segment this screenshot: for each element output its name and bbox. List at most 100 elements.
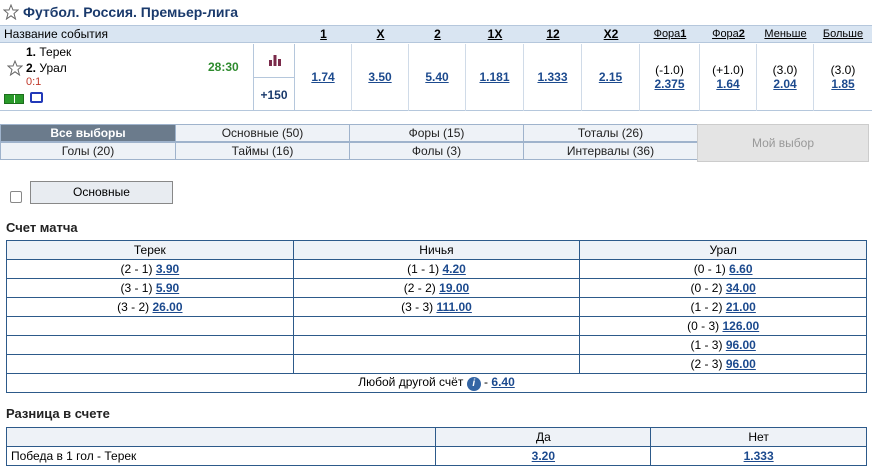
score-label: (0 - 1): [693, 262, 726, 276]
diff-no-cell: 1.333: [650, 446, 867, 466]
score-cell: [6, 335, 294, 355]
score-odds[interactable]: 5.90: [156, 281, 179, 295]
score-odds[interactable]: 34.00: [726, 281, 756, 295]
tab-goals[interactable]: Голы (20): [0, 142, 176, 160]
more-odds[interactable]: 1.85: [814, 77, 872, 91]
score-diff-title: Разница в счете: [6, 406, 110, 421]
col-x2[interactable]: X2: [582, 26, 640, 42]
col-more[interactable]: Больше: [814, 26, 872, 42]
tab-intervals[interactable]: Интервалы (36): [523, 142, 698, 160]
less-odds[interactable]: 2.04: [757, 77, 813, 91]
filter-checkbox[interactable]: [10, 191, 22, 203]
odds-1x[interactable]: 1.181: [466, 70, 523, 84]
odds-12[interactable]: 1.333: [524, 70, 581, 84]
fora2-odds[interactable]: 1.64: [700, 77, 756, 91]
odds-cell-fora1: (-1.0) 2.375: [640, 44, 700, 111]
tab-times[interactable]: Таймы (16): [175, 142, 350, 160]
score-label: (0 - 3): [687, 319, 720, 333]
odds-1[interactable]: 1.74: [295, 70, 351, 84]
col-less[interactable]: Меньше: [757, 26, 814, 42]
fora1-odds[interactable]: 2.375: [640, 77, 699, 91]
tab-fouls[interactable]: Фолы (3): [349, 142, 524, 160]
table-row: (2 - 1) 3.90 (1 - 1) 4.20 (0 - 1) 6.60: [6, 259, 867, 279]
more-markets-link[interactable]: +150: [254, 88, 294, 102]
score-cell: (2 - 2) 19.00: [292, 278, 581, 298]
fora2-param: (+1.0): [712, 63, 744, 77]
more-param: (3.0): [830, 63, 856, 77]
odds-2[interactable]: 5.40: [409, 70, 465, 84]
score-label: (3 - 2): [117, 300, 150, 314]
score-odds[interactable]: 111.00: [436, 300, 471, 314]
tab-all[interactable]: Все выборы: [0, 124, 176, 142]
score-label: (2 - 1): [120, 262, 153, 276]
col-x[interactable]: X: [352, 26, 409, 42]
field-icon[interactable]: [4, 94, 24, 104]
tab-main[interactable]: Основные (50): [175, 124, 350, 142]
odds-x[interactable]: 3.50: [352, 70, 408, 84]
star-icon[interactable]: [3, 4, 19, 20]
info-icon[interactable]: i: [466, 377, 481, 391]
score-odds[interactable]: 4.20: [442, 262, 465, 276]
filter-main-button[interactable]: Основные: [30, 181, 173, 204]
odds-cell-12: 1.333: [524, 44, 582, 111]
score-odds[interactable]: 126.00: [722, 319, 759, 333]
col-fora2-label: Фора: [712, 28, 739, 40]
score-odds[interactable]: 96.00: [726, 338, 756, 352]
col-1x[interactable]: 1X: [466, 26, 524, 42]
diff-event-label: Победа в 1 гол - Терек: [5, 446, 437, 466]
table-row: (2 - 3) 96.00: [6, 354, 867, 374]
score-label: (0 - 2): [690, 281, 723, 295]
match-timer: 28:30: [208, 60, 239, 74]
other-score-separator: -: [484, 375, 489, 389]
score-odds[interactable]: 3.90: [156, 262, 179, 276]
score-cell: (0 - 3) 126.00: [579, 316, 867, 336]
tab-foras[interactable]: Форы (15): [349, 124, 524, 142]
score-odds[interactable]: 21.00: [726, 300, 756, 314]
other-score-row: Любой другой счёт i - 6.40: [6, 373, 867, 393]
event-header: Название события 1 X 2 1X 12 X2 Фора1 Фо…: [0, 25, 872, 43]
score-label: (3 - 1): [120, 281, 153, 295]
tv-icon[interactable]: [30, 92, 43, 103]
favorite-star-icon[interactable]: [7, 60, 23, 76]
diff-yes-cell: 3.20: [435, 446, 652, 466]
col-fora2[interactable]: Фора2: [700, 26, 757, 42]
tab-my-choice[interactable]: Мой выбор: [697, 124, 869, 162]
tab-totals[interactable]: Тоталы (26): [523, 124, 698, 142]
score-odds[interactable]: 96.00: [726, 357, 756, 371]
score-odds[interactable]: 19.00: [439, 281, 469, 295]
event-row: 1. Терек 2. Урал 0:1 28:30 +150 1.74 3.5…: [0, 44, 872, 111]
other-score-cell: Любой другой счёт i - 6.40: [6, 373, 867, 393]
diff-no-odds[interactable]: 1.333: [744, 449, 774, 463]
diff-col-event: [5, 427, 437, 447]
market-tabs: Все выборы Основные (50) Форы (15) Тотал…: [0, 124, 872, 162]
score-cell: [292, 316, 581, 336]
score-cell: [292, 354, 581, 374]
team1: 1. Терек: [26, 45, 71, 59]
col-2[interactable]: 2: [409, 26, 466, 42]
score-odds[interactable]: 6.60: [729, 262, 752, 276]
other-score-odds[interactable]: 6.40: [491, 375, 514, 389]
score-label: (1 - 3): [690, 338, 723, 352]
teams-cell: 1. Терек 2. Урал 0:1 28:30: [0, 44, 253, 111]
col-12[interactable]: 12: [524, 26, 582, 42]
table-row: (1 - 3) 96.00: [6, 335, 867, 355]
col-1[interactable]: 1: [295, 26, 352, 42]
col-fora1-num: 1: [680, 28, 687, 40]
odds-cell-1x: 1.181: [466, 44, 524, 111]
score-odds[interactable]: 26.00: [152, 300, 182, 314]
diff-yes-odds[interactable]: 3.20: [532, 449, 555, 463]
col-fora1[interactable]: Фора1: [640, 26, 700, 42]
table-row: Победа в 1 гол - Терек 3.20 1.333: [5, 446, 867, 466]
score-label: (2 - 3): [690, 357, 723, 371]
match-score-table: Терек Ничья Урал (2 - 1) 3.90 (1 - 1) 4.2…: [6, 240, 867, 393]
score-cell: (3 - 3) 111.00: [292, 297, 581, 317]
match-score-title: Счет матча: [6, 220, 78, 235]
odds-cell-more: (3.0) 1.85: [814, 44, 872, 111]
team2-name: Урал: [39, 61, 67, 75]
odds-cell-less: (3.0) 2.04: [757, 44, 814, 111]
col-fora1-label: Фора: [653, 28, 681, 40]
stats-divider: [254, 77, 294, 78]
score-cell: (0 - 1) 6.60: [579, 259, 867, 279]
stats-icon[interactable]: [268, 54, 282, 66]
odds-x2[interactable]: 2.15: [582, 70, 639, 84]
